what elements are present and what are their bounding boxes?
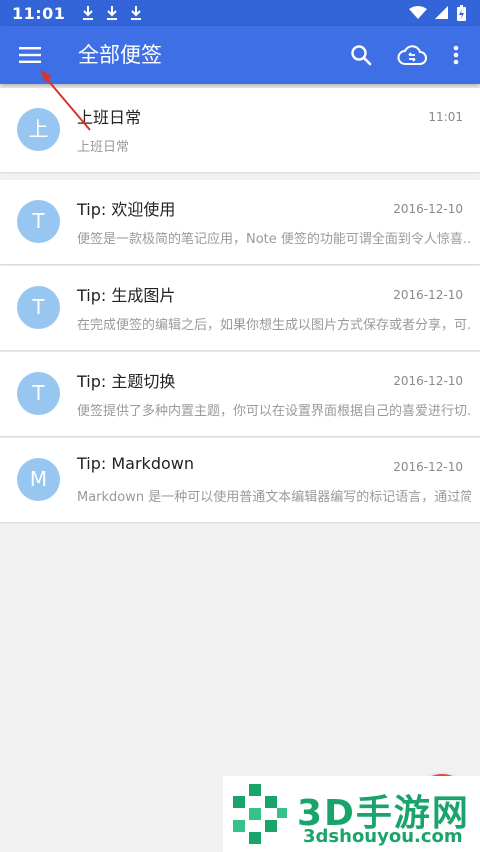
- page-title: 全部便签: [78, 43, 162, 67]
- note-card[interactable]: T Tip: 生成图片 2016-12-10 在完成便签的编辑之后，如果你想生成…: [0, 266, 480, 350]
- cloud-sync-icon: [397, 45, 427, 65]
- signal-icon: [435, 6, 448, 19]
- watermark-logo-icon: [233, 784, 287, 844]
- note-card[interactable]: 上 上班日常 11:01 上班日常: [0, 88, 480, 172]
- note-avatar: 上: [17, 108, 60, 151]
- search-button[interactable]: [346, 40, 376, 70]
- note-card[interactable]: M Tip: Markdown 2016-12-10 Markdown 是一种可…: [0, 438, 480, 522]
- note-preview: 便签是一款极简的笔记应用，Note 便签的功能可谓全面到令人惊喜...: [77, 232, 471, 247]
- note-title: 上班日常: [77, 108, 142, 127]
- note-title: Tip: 生成图片: [77, 286, 176, 305]
- menu-button[interactable]: [12, 40, 48, 70]
- wifi-icon: [409, 6, 427, 19]
- note-card[interactable]: T Tip: 主题切换 2016-12-10 便签提供了多种内置主题，你可以在设…: [0, 352, 480, 436]
- download-notifications: [81, 5, 143, 21]
- watermark: 3D手游网 3dshouyou.com: [223, 776, 480, 852]
- download-icon: [107, 6, 118, 20]
- note-avatar: M: [17, 458, 60, 501]
- download-icon: [131, 6, 142, 20]
- status-bar: 11:01: [0, 0, 480, 26]
- note-date: 2016-12-10: [393, 460, 463, 474]
- note-avatar: T: [17, 372, 60, 415]
- note-preview: 便签提供了多种内置主题，你可以在设置界面根据自己的喜爱进行切...: [77, 404, 471, 419]
- battery-icon: [457, 5, 466, 21]
- note-preview: Markdown 是一种可以使用普通文本编辑器编写的标记语言，通过简...: [77, 490, 471, 505]
- note-title: Tip: 主题切换: [77, 372, 176, 391]
- status-indicators: [409, 5, 466, 21]
- note-date: 11:01: [428, 110, 463, 124]
- note-date: 2016-12-10: [393, 202, 463, 216]
- note-date: 2016-12-10: [393, 288, 463, 302]
- note-avatar: T: [17, 286, 60, 329]
- more-options-button[interactable]: [444, 40, 468, 70]
- note-title: Tip: 欢迎使用: [77, 200, 176, 219]
- note-avatar: T: [17, 200, 60, 243]
- note-date: 2016-12-10: [393, 374, 463, 388]
- menu-icon: [19, 47, 41, 63]
- search-icon: [351, 45, 372, 66]
- note-preview: 在完成便签的编辑之后，如果你想生成以图片方式保存或者分享，可...: [77, 318, 471, 333]
- app-bar: 全部便签: [0, 26, 480, 84]
- more-vert-icon: [453, 45, 459, 65]
- note-title: Tip: Markdown: [77, 454, 194, 473]
- watermark-url: 3dshouyou.com: [303, 826, 463, 847]
- note-card[interactable]: T Tip: 欢迎使用 2016-12-10 便签是一款极简的笔记应用，Note…: [0, 180, 480, 264]
- download-icon: [83, 6, 94, 20]
- cloud-sync-button[interactable]: [395, 39, 429, 71]
- status-time: 11:01: [12, 3, 66, 23]
- note-preview: 上班日常: [77, 140, 130, 155]
